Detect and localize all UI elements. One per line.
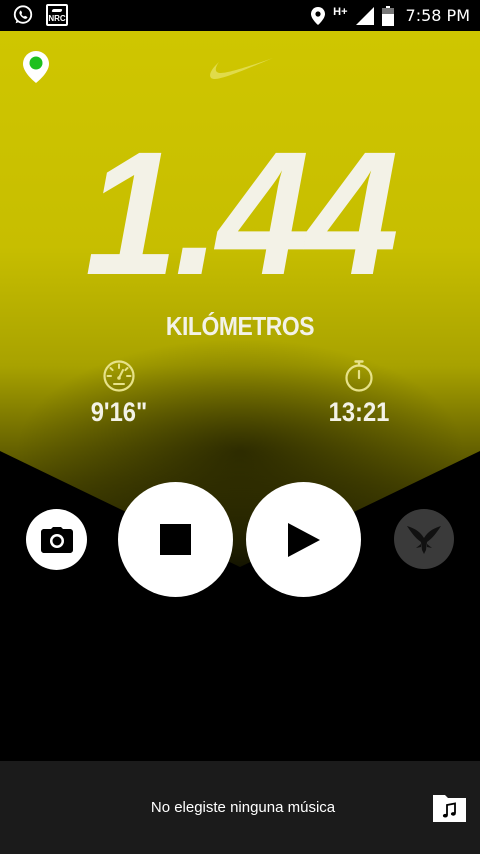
pace-value: 9'16" bbox=[90, 397, 148, 427]
cheer-button[interactable] bbox=[394, 509, 454, 569]
camera-button[interactable] bbox=[26, 509, 87, 570]
camera-icon bbox=[40, 526, 73, 553]
duration-value: 13:21 bbox=[328, 397, 390, 427]
whatsapp-icon bbox=[13, 5, 33, 24]
status-bar: NRC H+ 7:58 PM bbox=[0, 0, 480, 31]
stopwatch-icon bbox=[345, 360, 373, 392]
resume-button[interactable] bbox=[246, 482, 361, 597]
battery-icon bbox=[381, 5, 394, 26]
music-status-label: No elegiste ninguna música bbox=[150, 799, 336, 816]
speedometer-icon bbox=[103, 360, 135, 392]
stop-icon bbox=[160, 524, 191, 555]
gps-location-icon[interactable] bbox=[23, 51, 49, 83]
signal-icon bbox=[355, 6, 374, 25]
play-icon bbox=[287, 522, 320, 557]
duration-stat: 13:21 bbox=[289, 359, 429, 428]
network-type-label: H+ bbox=[333, 5, 348, 18]
cheer-icon bbox=[407, 526, 441, 554]
location-icon bbox=[311, 6, 326, 25]
stop-button[interactable] bbox=[118, 482, 233, 597]
run-panel: 1.44 KILÓMETROS 9'16" 13:21 bbox=[0, 31, 480, 761]
pace-stat: 9'16" bbox=[49, 359, 189, 428]
clock: 7:58 PM bbox=[405, 6, 470, 25]
nrc-icon: NRC bbox=[46, 4, 68, 26]
nike-logo-icon bbox=[210, 58, 273, 79]
distance-unit: KILÓMETROS bbox=[165, 311, 315, 341]
music-bar[interactable]: No elegiste ninguna música bbox=[0, 761, 480, 854]
music-folder-icon[interactable] bbox=[433, 793, 466, 822]
distance-value: 1.44 bbox=[84, 116, 399, 312]
